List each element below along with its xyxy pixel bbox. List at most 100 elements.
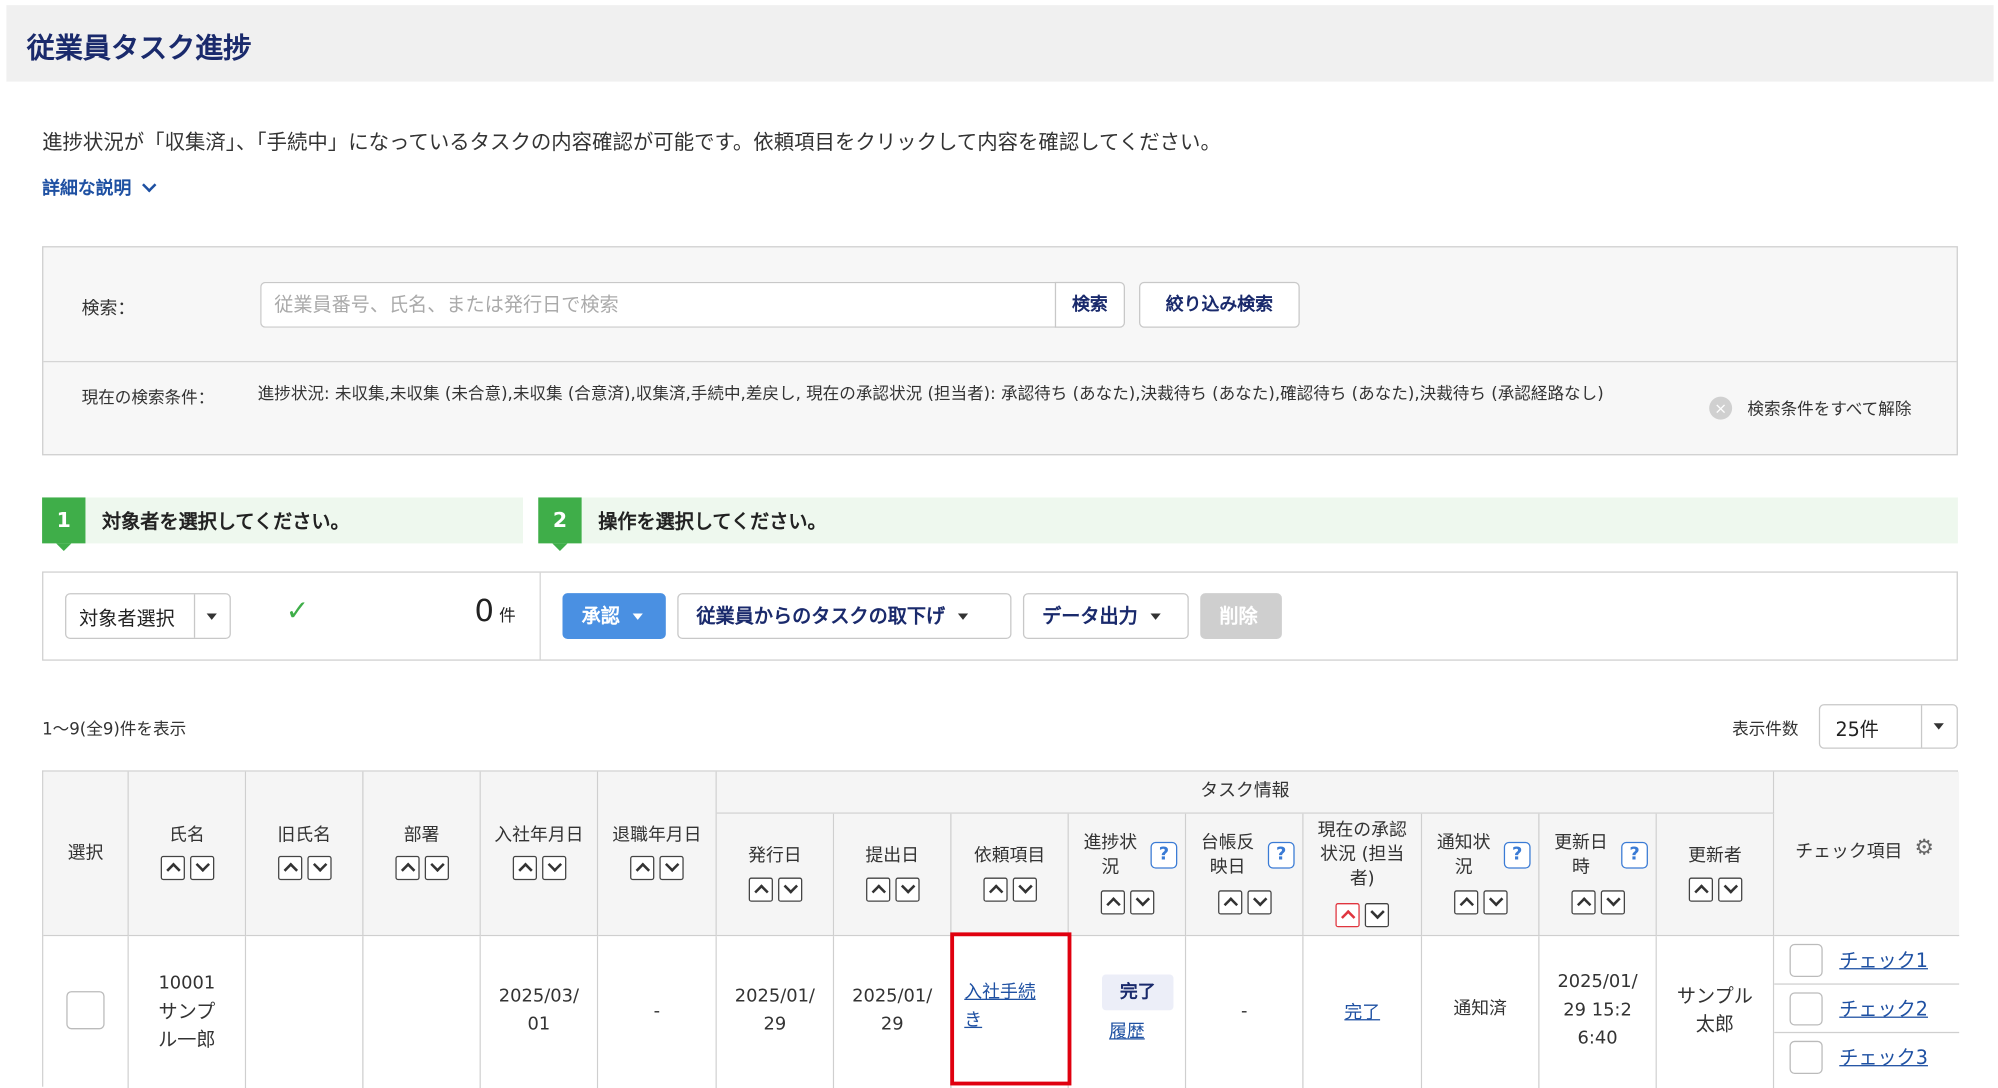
sort-asc-button[interactable] (865, 877, 890, 902)
help-icon[interactable]: ? (1621, 841, 1648, 869)
check-item-checkbox[interactable] (1789, 992, 1823, 1026)
column-header-updater: 更新者 (1656, 813, 1775, 937)
sort-asc-button[interactable] (1453, 890, 1478, 915)
check-item-row: チェック1 (1774, 936, 1960, 985)
filter-search-button[interactable]: 絞り込み検索 (1139, 281, 1300, 328)
sort-asc-button[interactable] (1570, 890, 1596, 915)
employee-number: 10001 (158, 973, 216, 994)
help-icon[interactable]: ? (1150, 841, 1178, 869)
cell-issue-date: 2025/01/29 (716, 936, 835, 1088)
withdraw-label: 従業員からのタスクの取下げ (696, 604, 946, 628)
sort-asc-button[interactable] (394, 855, 420, 881)
step-number: 1 (42, 497, 86, 552)
sort-desc-button[interactable] (541, 855, 566, 881)
column-label: 部署 (403, 825, 440, 846)
sort-asc-button[interactable] (748, 877, 773, 902)
leave-date-value: - (653, 1001, 661, 1022)
detail-explanation-toggle[interactable]: 詳細な説明 (42, 175, 157, 201)
sort-desc-button[interactable] (189, 855, 214, 881)
selected-count-unit: 件 (499, 607, 516, 627)
caret-down-icon (632, 613, 643, 620)
withdraw-task-button[interactable]: 従業員からのタスクの取下げ (677, 593, 1012, 640)
approve-label: 承認 (581, 604, 620, 628)
help-icon[interactable]: ? (1503, 841, 1531, 869)
column-label: 更新者 (1688, 845, 1742, 867)
sort-desc-button[interactable] (1364, 903, 1390, 928)
sort-asc-button[interactable] (1100, 890, 1125, 915)
cell-updated-at: 2025/01/29 15:26:40 (1539, 936, 1657, 1088)
step-2-banner: 2 操作を選択してください。 (538, 497, 1958, 552)
target-select-arrow[interactable] (193, 594, 230, 638)
per-page-select[interactable]: 25件 (1818, 704, 1958, 749)
target-select-dropdown[interactable]: 対象者選択 (65, 593, 231, 640)
action-bar: 対象者選択 ✓ 0件 承認 従業員からのタスクの取下げ データ出力 削除 (42, 571, 1958, 661)
sort-asc-button[interactable] (982, 877, 1008, 902)
chevron-down-icon (142, 177, 157, 193)
selected-count: 0件 (474, 593, 515, 629)
target-select-label: 対象者選択 (79, 607, 175, 631)
cell-leave-date: - (598, 936, 717, 1088)
sort-desc-button[interactable] (659, 855, 684, 881)
column-group-label: タスク情報 (1200, 780, 1290, 802)
sort-desc-button[interactable] (1012, 877, 1037, 902)
sort-desc-button[interactable] (424, 855, 449, 881)
row-select-cell (43, 936, 129, 1088)
sort-desc-button[interactable] (1129, 890, 1154, 915)
sort-asc-button-active[interactable] (1335, 903, 1360, 928)
page-title: 従業員タスク進捗 (26, 33, 252, 66)
check-item-checkbox[interactable] (1789, 1040, 1823, 1074)
cell-notify-status: 通知済 (1422, 936, 1540, 1088)
sort-desc-button[interactable] (1246, 890, 1272, 915)
sort-desc-button[interactable] (306, 855, 331, 881)
column-label: 発行日 (748, 845, 802, 867)
sort-desc-button[interactable] (1600, 890, 1625, 915)
per-page-arrow[interactable] (1920, 705, 1957, 748)
column-label: 旧氏名 (277, 825, 331, 846)
search-input[interactable] (260, 281, 1057, 328)
sort-desc-button[interactable] (1717, 877, 1742, 902)
check-icon: ✓ (285, 595, 310, 628)
data-export-button[interactable]: データ出力 (1022, 593, 1189, 640)
help-icon[interactable]: ? (1267, 841, 1295, 869)
column-label: 台帳反映日 (1200, 832, 1255, 878)
approve-button[interactable]: 承認 (562, 593, 666, 640)
sort-asc-button[interactable] (1217, 890, 1242, 915)
issue-date-value: 2025/01/29 (734, 985, 815, 1035)
result-range: 1〜9(全9)件を表示 (42, 720, 187, 740)
column-header-progress: 進捗状況 ? (1068, 813, 1187, 937)
clear-all-conditions-button[interactable]: × 検索条件をすべて解除 (1709, 395, 1911, 420)
sort-asc-button[interactable] (277, 855, 302, 881)
check-item-link[interactable]: チェック1 (1839, 946, 1928, 973)
column-header-updated-at: 更新日時 ? (1539, 813, 1657, 937)
clear-icon: × (1709, 396, 1733, 420)
column-header-notify-status: 通知状況 ? (1422, 813, 1540, 937)
row-select-checkbox[interactable] (66, 991, 105, 1030)
cell-submit-date: 2025/01/29 (834, 936, 952, 1088)
sort-asc-button[interactable] (630, 855, 655, 881)
approval-status-link[interactable]: 完了 (1304, 999, 1421, 1027)
step-text: 対象者を選択してください。 (102, 510, 350, 534)
column-label: 入社年月日 (494, 825, 584, 846)
delete-button[interactable]: 削除 (1200, 593, 1282, 640)
join-date-value: 2025/03/01 (498, 985, 579, 1035)
caret-down-icon (1150, 613, 1161, 620)
column-header-check-items: チェック項目 ⚙ (1774, 771, 1960, 937)
sort-asc-button[interactable] (160, 855, 185, 881)
gear-icon[interactable]: ⚙ (1915, 835, 1934, 861)
selected-count-value: 0 (474, 593, 494, 629)
check-item-link[interactable]: チェック3 (1839, 1043, 1928, 1070)
current-conditions-text: 進捗状況: 未収集,未収集 (未合意),未収集 (合意済),収集済,手続中,差戻… (257, 385, 1604, 405)
sort-desc-button[interactable] (777, 877, 802, 902)
history-link[interactable]: 履歴 (1069, 1018, 1185, 1046)
search-button[interactable]: 検索 (1054, 281, 1125, 328)
column-group-task-info: タスク情報 (716, 771, 1775, 814)
column-header-old-name: 旧氏名 (246, 771, 364, 937)
check-item-link[interactable]: チェック2 (1839, 995, 1928, 1022)
sort-asc-button[interactable] (1688, 877, 1713, 902)
sort-asc-button[interactable] (512, 855, 537, 881)
cell-name: 10001 サンプル一郎 (128, 936, 247, 1088)
sort-desc-button[interactable] (894, 877, 919, 902)
check-item-checkbox[interactable] (1789, 943, 1823, 978)
sort-desc-button[interactable] (1482, 890, 1508, 915)
check-item-row: チェック2 (1774, 985, 1960, 1034)
